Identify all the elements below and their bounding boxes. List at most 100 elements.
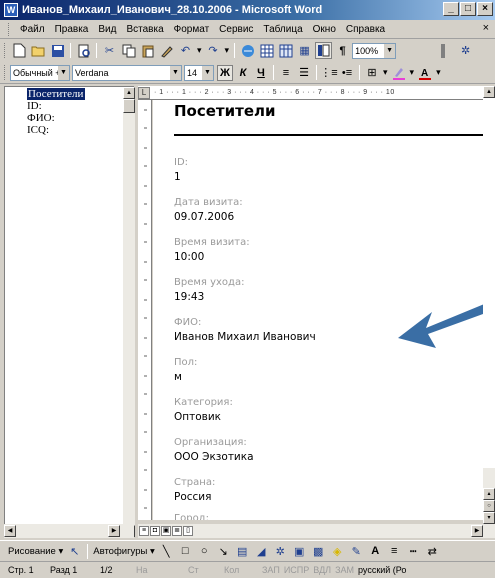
menu-edit[interactable]: Правка — [50, 24, 94, 35]
research-icon[interactable]: ✲ — [457, 42, 474, 59]
normal-view-icon[interactable]: ≡ — [139, 526, 149, 536]
font-color-dropdown-icon[interactable]: ▾ — [436, 67, 441, 78]
docmap-scrollbar[interactable]: ▲ ▼ — [123, 87, 135, 537]
document-page[interactable]: Посетители ID: 1 Дата визита: 09.07.2006… — [153, 100, 483, 520]
borders-dropdown-icon[interactable]: ▾ — [383, 67, 388, 78]
dash-style-icon[interactable]: ┅ — [405, 543, 422, 560]
word-app-icon[interactable]: W — [4, 3, 18, 17]
fill-color-icon[interactable]: ◈ — [329, 543, 346, 560]
line-icon[interactable]: ╲ — [158, 543, 175, 560]
docmap-item-fio[interactable]: ФИО: — [5, 112, 133, 124]
textbox-icon[interactable]: ▤ — [234, 543, 251, 560]
horizontal-scrollbar[interactable]: ≡ ◘ ▣ ≣ ▯ ▶ — [138, 524, 483, 538]
minimize-button[interactable]: _ — [443, 2, 459, 16]
align-justify-icon[interactable]: ☰ — [296, 65, 312, 81]
align-left-icon[interactable]: ≡ — [278, 65, 294, 81]
vertical-scroll-thumb[interactable] — [483, 98, 495, 468]
help-icon[interactable] — [438, 42, 455, 59]
document-close-icon[interactable]: × — [483, 22, 489, 34]
previous-page-icon[interactable]: ▴ — [483, 488, 495, 500]
show-hide-pilcrow-icon[interactable]: ¶ — [334, 42, 351, 59]
print-layout-icon[interactable]: ▣ — [161, 526, 171, 536]
font-select[interactable]: Verdana ▼ — [72, 64, 182, 81]
arrow-shape-icon[interactable]: ↘ — [215, 543, 232, 560]
rectangle-icon[interactable]: □ — [177, 543, 194, 560]
zoom-select[interactable]: 100% ▼ — [352, 42, 397, 59]
status-rec[interactable]: ЗАП — [258, 565, 280, 575]
picture-icon[interactable]: ▩ — [310, 543, 327, 560]
menu-window[interactable]: Окно — [308, 24, 341, 35]
undo-icon[interactable]: ↶ — [177, 42, 194, 59]
format-painter-icon[interactable] — [158, 42, 175, 59]
new-document-icon[interactable] — [11, 42, 28, 59]
tab-selector-icon[interactable]: L — [138, 86, 150, 99]
line-color-icon[interactable]: ✎ — [348, 543, 365, 560]
vertical-ruler[interactable] — [138, 100, 152, 520]
scroll-up-icon[interactable]: ▲ — [123, 87, 135, 99]
paste-icon[interactable] — [139, 42, 156, 59]
diagram-icon[interactable]: ✲ — [272, 543, 289, 560]
borders-icon[interactable]: ⊞ — [364, 65, 380, 81]
maximize-button[interactable]: □ — [460, 2, 476, 16]
tables-borders-icon[interactable] — [258, 42, 275, 59]
line-style-icon[interactable]: ≡ — [386, 543, 403, 560]
status-language[interactable]: русский (Ро — [354, 565, 406, 575]
outline-view-icon[interactable]: ≣ — [172, 526, 182, 536]
web-view-icon[interactable]: ◘ — [150, 526, 160, 536]
menu-file[interactable]: Файл — [15, 24, 50, 35]
status-ovr[interactable]: ЗАМ — [331, 565, 354, 575]
scroll-right-icon[interactable]: ▶ — [108, 525, 120, 537]
status-trk[interactable]: ИСПР — [280, 565, 309, 575]
next-page-icon[interactable]: ▾ — [483, 512, 495, 524]
toolbar-grip[interactable] — [8, 22, 11, 36]
docmap-item-icq[interactable]: ICQ: — [5, 124, 133, 136]
oval-icon[interactable]: ○ — [196, 543, 213, 560]
redo-dropdown-icon[interactable]: ▾ — [225, 45, 230, 56]
wordart-icon[interactable]: ◢ — [253, 543, 270, 560]
insert-table-icon[interactable] — [277, 42, 294, 59]
scroll-left-icon[interactable]: ◀ — [4, 525, 16, 537]
bullets-icon[interactable]: •≡ — [339, 65, 355, 81]
cut-icon[interactable]: ✂ — [101, 42, 118, 59]
select-objects-icon[interactable]: ↖ — [66, 543, 83, 560]
scroll-up-icon[interactable]: ▲ — [483, 86, 495, 98]
vertical-scrollbar[interactable]: ▲ ▴ ○ ▾ — [483, 86, 495, 538]
browse-object-icon[interactable]: ○ — [483, 500, 495, 512]
print-preview-icon[interactable] — [75, 42, 92, 59]
toolbar-grip[interactable] — [4, 43, 7, 58]
menu-tools[interactable]: Сервис — [214, 24, 258, 35]
docmap-item-id[interactable]: ID: — [5, 100, 133, 112]
close-button[interactable]: × — [477, 2, 493, 16]
chevron-down-icon[interactable]: ▼ — [58, 65, 69, 80]
docmap-scroll-thumb[interactable] — [123, 99, 135, 113]
font-color-draw-icon[interactable]: A — [367, 543, 384, 560]
arrow-style-icon[interactable]: ⇄ — [424, 543, 441, 560]
menu-table[interactable]: Таблица — [258, 24, 307, 35]
style-select[interactable]: Обычный + Verc ▼ — [10, 64, 70, 81]
bold-button[interactable]: Ж — [217, 64, 233, 81]
drawing-menu-button[interactable]: Рисование ▾ — [8, 546, 63, 557]
undo-dropdown-icon[interactable]: ▾ — [197, 45, 202, 56]
columns-icon[interactable]: ▦ — [296, 42, 313, 59]
chevron-down-icon[interactable]: ▼ — [202, 65, 213, 80]
docmap-horizontal-scrollbar[interactable]: ◀ ▶ — [4, 524, 134, 538]
scroll-right-icon[interactable]: ▶ — [471, 525, 483, 537]
numbering-icon[interactable]: ⋮≡ — [320, 65, 337, 81]
highlight-dropdown-icon[interactable]: ▾ — [410, 67, 415, 78]
font-color-icon[interactable]: A — [417, 65, 433, 81]
status-ext[interactable]: ВДЛ — [309, 565, 331, 575]
font-size-select[interactable]: 14 ▼ — [184, 64, 214, 81]
autoshapes-menu-button[interactable]: Автофигуры ▾ — [93, 546, 154, 557]
reading-view-icon[interactable]: ▯ — [183, 526, 193, 536]
docmap-item-posetiteli[interactable]: Посетители — [27, 88, 86, 100]
clipart-icon[interactable]: ▣ — [291, 543, 308, 560]
copy-icon[interactable] — [120, 42, 137, 59]
chevron-down-icon[interactable]: ▼ — [170, 65, 181, 80]
menu-insert[interactable]: Вставка — [121, 24, 168, 35]
open-folder-icon[interactable] — [30, 42, 47, 59]
toolbar-grip[interactable] — [4, 65, 7, 80]
chevron-down-icon[interactable]: ▼ — [384, 43, 396, 58]
menu-format[interactable]: Формат — [169, 24, 215, 35]
menu-help[interactable]: Справка — [341, 24, 390, 35]
underline-button[interactable]: Ч — [253, 65, 269, 81]
